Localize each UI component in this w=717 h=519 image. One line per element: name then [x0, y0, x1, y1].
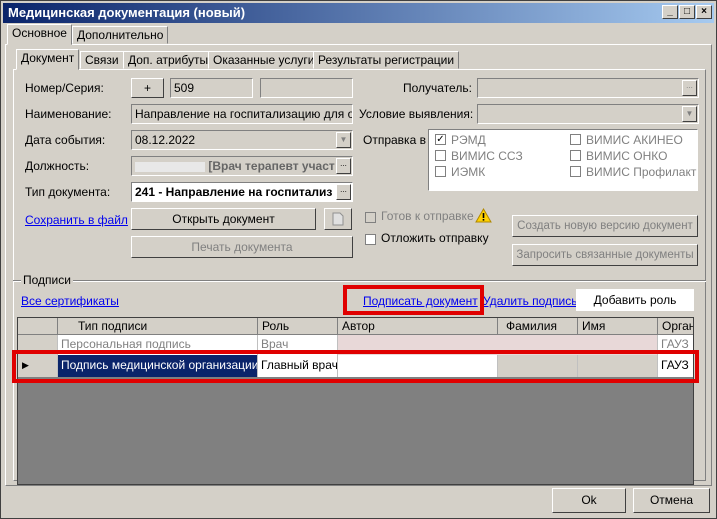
- cancel-button[interactable]: Отмена: [633, 488, 710, 513]
- column-header-surname[interactable]: Фамилия: [498, 318, 578, 335]
- warning-icon: [475, 208, 492, 223]
- doctype-field[interactable]: 241 - Направление на госпитализ ...: [131, 182, 353, 202]
- column-header-author[interactable]: Автор: [338, 318, 498, 335]
- tab-links[interactable]: Связи: [80, 51, 124, 69]
- postpone-send-checkbox[interactable]: [365, 234, 376, 245]
- close-button[interactable]: ×: [696, 5, 712, 19]
- sign-highlight-box: [343, 285, 484, 315]
- postpone-send-label: Отложить отправку: [381, 231, 489, 245]
- signatures-grid: Тип подписи Роль Автор Фамилия Имя Орган…: [17, 317, 694, 485]
- add-number-button[interactable]: +: [131, 78, 164, 98]
- more-icon[interactable]: ...: [336, 184, 351, 200]
- doctype-value: 241 - Направление на госпитализ: [135, 185, 333, 199]
- signatures-divider: [13, 280, 706, 282]
- checkbox-iemk[interactable]: [435, 166, 446, 177]
- recipient-field[interactable]: ...: [477, 78, 699, 98]
- recipient-label: Получатель:: [403, 81, 472, 95]
- send-target-label: ИЭМК: [451, 165, 486, 179]
- condition-field[interactable]: ▼: [477, 104, 699, 124]
- checkbox-remd[interactable]: ✓: [435, 134, 446, 145]
- column-header-name[interactable]: Имя: [578, 318, 658, 335]
- signatures-group-label: Подписи: [21, 273, 73, 287]
- tab-additional[interactable]: Дополнительно: [72, 26, 169, 44]
- chevron-down-icon[interactable]: ▼: [336, 132, 351, 148]
- tab-registration-results[interactable]: Результаты регистрации: [313, 51, 460, 69]
- condition-label: Условие выявления:: [359, 107, 474, 121]
- checkbox-vimis-akineo[interactable]: [570, 134, 581, 145]
- checkbox-vimis-prof[interactable]: [570, 166, 581, 177]
- event-date-label: Дата события:: [25, 133, 106, 147]
- position-label: Должность:: [25, 159, 90, 173]
- add-role-button[interactable]: Добавить роль: [576, 289, 694, 311]
- name-field[interactable]: Направление на госпитализацию для оказ: [131, 104, 353, 124]
- send-targets-list: ✓ РЭМД ВИМИС АКИНЕО ВИМИС ССЗ ВИМИС ОНКО…: [428, 129, 698, 191]
- event-date-field[interactable]: 08.12.2022 ▼: [131, 130, 353, 150]
- ready-to-send-label: Готов к отправке: [381, 209, 474, 223]
- save-to-file-link[interactable]: Сохранить в файл: [25, 213, 128, 227]
- dialog-window: Медицинская документация (новый) _ □ × О…: [0, 0, 717, 519]
- tab-main[interactable]: Основное: [7, 24, 72, 45]
- maximize-button[interactable]: □: [679, 5, 695, 19]
- chevron-down-icon[interactable]: ▼: [682, 106, 697, 122]
- ready-to-send-checkbox[interactable]: [365, 212, 376, 223]
- event-date-value: 08.12.2022: [135, 133, 196, 147]
- blurred-name: [135, 161, 205, 172]
- column-header-type[interactable]: Тип подписи: [58, 318, 258, 335]
- more-icon[interactable]: ...: [682, 80, 697, 96]
- checkbox-vimis-onko[interactable]: [570, 150, 581, 161]
- document-icon: [332, 212, 344, 226]
- open-document-button[interactable]: Открыть документ: [131, 208, 316, 230]
- tab-services[interactable]: Оказанные услуги: [208, 51, 320, 69]
- request-related-button[interactable]: Запросить связанные документы: [512, 244, 698, 266]
- checkbox-vimis-ssz[interactable]: [435, 150, 446, 161]
- row-highlight-box: [12, 350, 699, 383]
- tab-document[interactable]: Документ: [16, 49, 80, 70]
- print-document-button[interactable]: Печать документа: [131, 236, 353, 258]
- position-field[interactable]: [Врач терапевт участ ...: [131, 156, 353, 176]
- doctype-label: Тип документа:: [25, 185, 111, 199]
- document-icon-button[interactable]: [324, 208, 352, 230]
- row-header-column: [18, 318, 58, 335]
- ok-button[interactable]: Ok: [552, 488, 626, 513]
- position-value: [Врач терапевт участ: [208, 159, 335, 173]
- number-field[interactable]: 509: [170, 78, 253, 98]
- send-target-label: ВИМИС Профилактик: [586, 165, 698, 179]
- delete-signature-link[interactable]: Удалить подпись: [483, 294, 578, 308]
- window-title: Медицинская документация (новый): [8, 5, 246, 20]
- more-icon[interactable]: ...: [336, 158, 351, 174]
- name-label: Наименование:: [25, 107, 112, 121]
- tab-extra-attributes[interactable]: Доп. атрибуты: [123, 51, 214, 69]
- all-certificates-link[interactable]: Все сертификаты: [21, 294, 119, 308]
- column-header-role[interactable]: Роль: [258, 318, 338, 335]
- send-to-label: Отправка в: [363, 133, 426, 147]
- number-label: Номер/Серия:: [25, 81, 104, 95]
- title-bar[interactable]: Медицинская документация (новый) _ □ ×: [3, 3, 714, 23]
- minimize-button[interactable]: _: [662, 5, 678, 19]
- column-header-org[interactable]: Орган: [658, 318, 693, 335]
- create-version-button[interactable]: Создать новую версию документ: [512, 215, 698, 237]
- series-field[interactable]: [260, 78, 353, 98]
